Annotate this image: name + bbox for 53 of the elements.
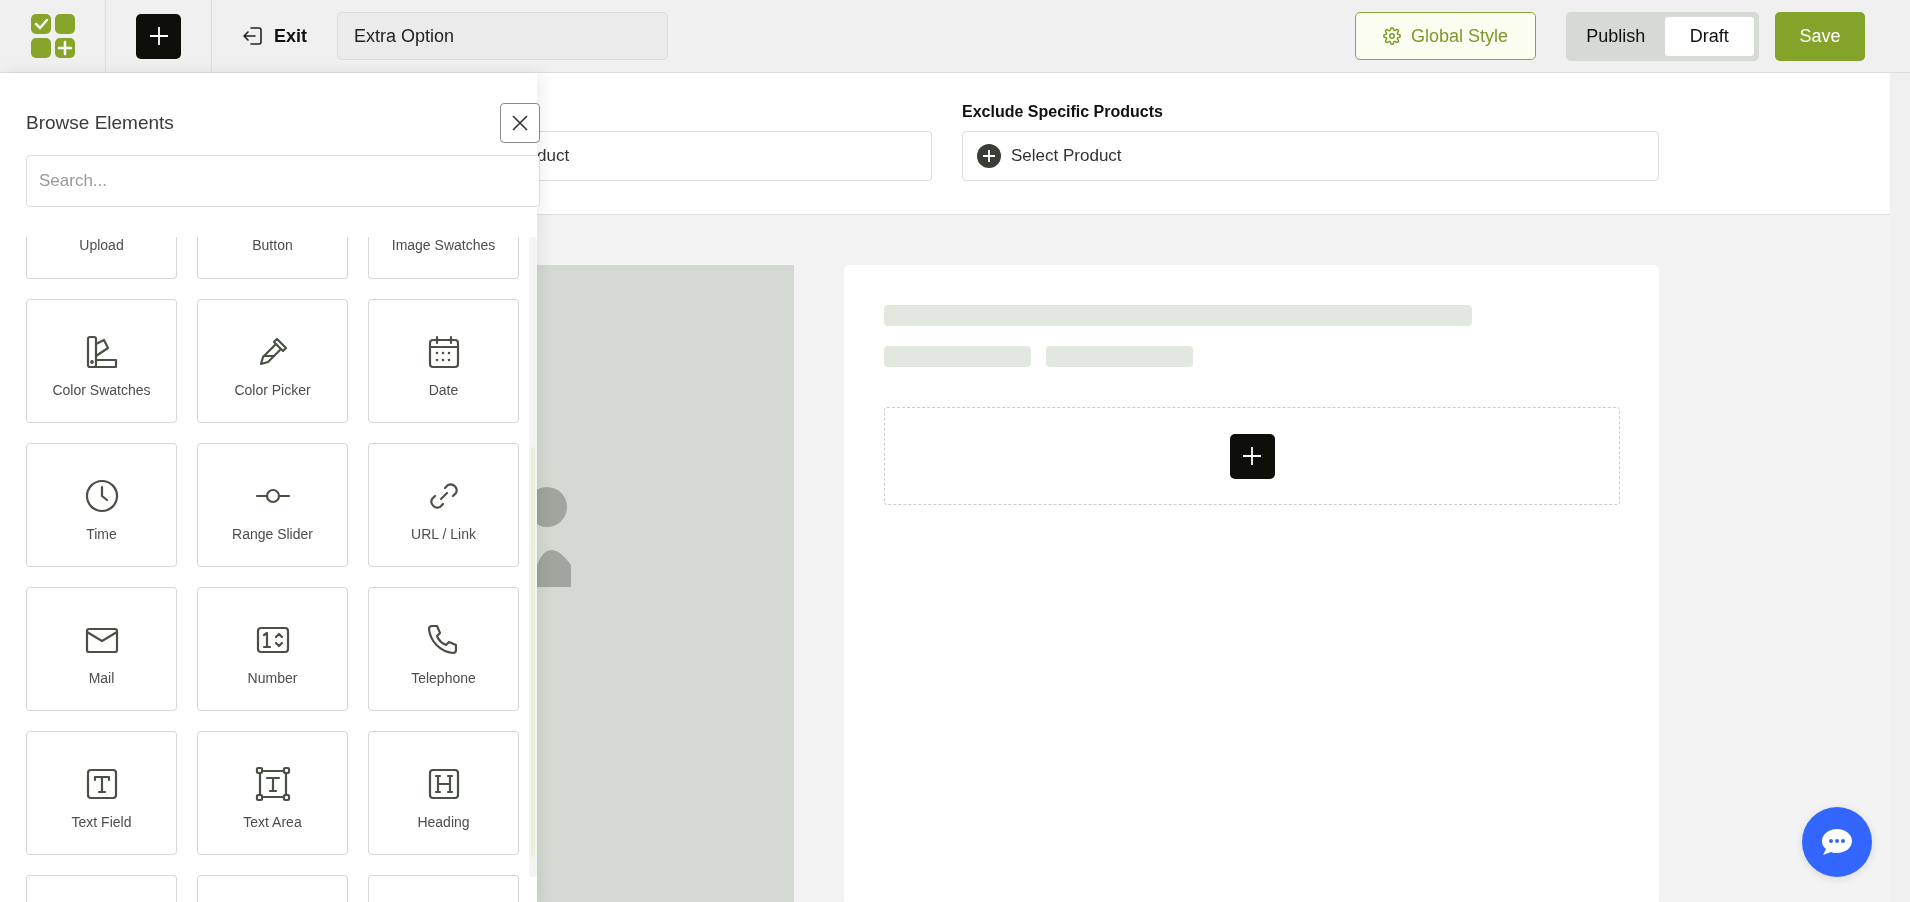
element-card[interactable]: Time — [26, 443, 177, 567]
element-label: Button — [252, 237, 293, 253]
element-label: Upload — [79, 237, 124, 253]
element-card[interactable]: Text Field — [26, 731, 177, 855]
element-label: Text Field — [71, 814, 132, 830]
logo-icon — [30, 14, 75, 58]
add-element-button[interactable] — [1229, 433, 1275, 479]
element-card[interactable]: URL / Link — [368, 443, 519, 567]
element-card[interactable]: Image Swatches — [368, 237, 519, 279]
plus-icon — [148, 26, 169, 46]
element-label: Date — [428, 382, 459, 398]
element-card[interactable]: Heading — [368, 731, 519, 855]
textarea-icon — [254, 766, 291, 802]
panel-title: Browse Elements — [26, 112, 174, 134]
element-card[interactable]: Range Slider — [197, 443, 348, 567]
exit-icon — [242, 25, 264, 47]
element-label: Time — [86, 526, 117, 542]
element-card[interactable]: Telephone — [368, 587, 519, 711]
element-label: Text Area — [243, 814, 302, 830]
element-label: Range Slider — [232, 526, 313, 542]
element-label: Heading — [417, 814, 470, 830]
element-label: Color Picker — [234, 382, 311, 398]
product-select-field[interactable]: duct — [537, 131, 932, 181]
element-label: Mail — [88, 670, 115, 686]
element-label: Color Swatches — [52, 382, 151, 398]
scrollbar[interactable] — [529, 237, 537, 877]
field-label: Exclude Specific Products — [962, 103, 1164, 122]
element-card[interactable]: Color Picker — [197, 299, 348, 423]
exit-button[interactable]: Exit — [242, 25, 307, 47]
element-label: Telephone — [411, 670, 476, 686]
plus-icon — [1242, 446, 1262, 466]
settings-icon — [1382, 27, 1401, 45]
element-label: URL / Link — [411, 526, 476, 542]
element-card[interactable]: Text Area — [197, 731, 348, 855]
close-button[interactable] — [500, 103, 540, 143]
element-card[interactable]: Date — [368, 299, 519, 423]
add-icon — [977, 144, 1001, 168]
add-button[interactable] — [136, 13, 181, 59]
element-card[interactable]: Number — [197, 587, 348, 711]
chat-icon — [1820, 827, 1854, 857]
element-label: Number — [247, 670, 298, 686]
element-card[interactable]: Button — [197, 237, 348, 279]
element-card[interactable]: Upload — [26, 237, 177, 279]
person-icon — [537, 487, 571, 587]
form-name-field[interactable]: Extra Option — [337, 12, 668, 60]
status-option[interactable]: Publish — [1571, 16, 1661, 56]
element-card[interactable]: Mail — [26, 587, 177, 711]
product-select-field[interactable]: Select Product — [962, 131, 1659, 181]
close-icon — [511, 114, 529, 132]
element-card[interactable]: Color Swatches — [26, 299, 177, 423]
element-label: Image Swatches — [391, 237, 496, 253]
status-option[interactable]: Draft — [1664, 16, 1754, 56]
time-icon — [83, 478, 120, 514]
